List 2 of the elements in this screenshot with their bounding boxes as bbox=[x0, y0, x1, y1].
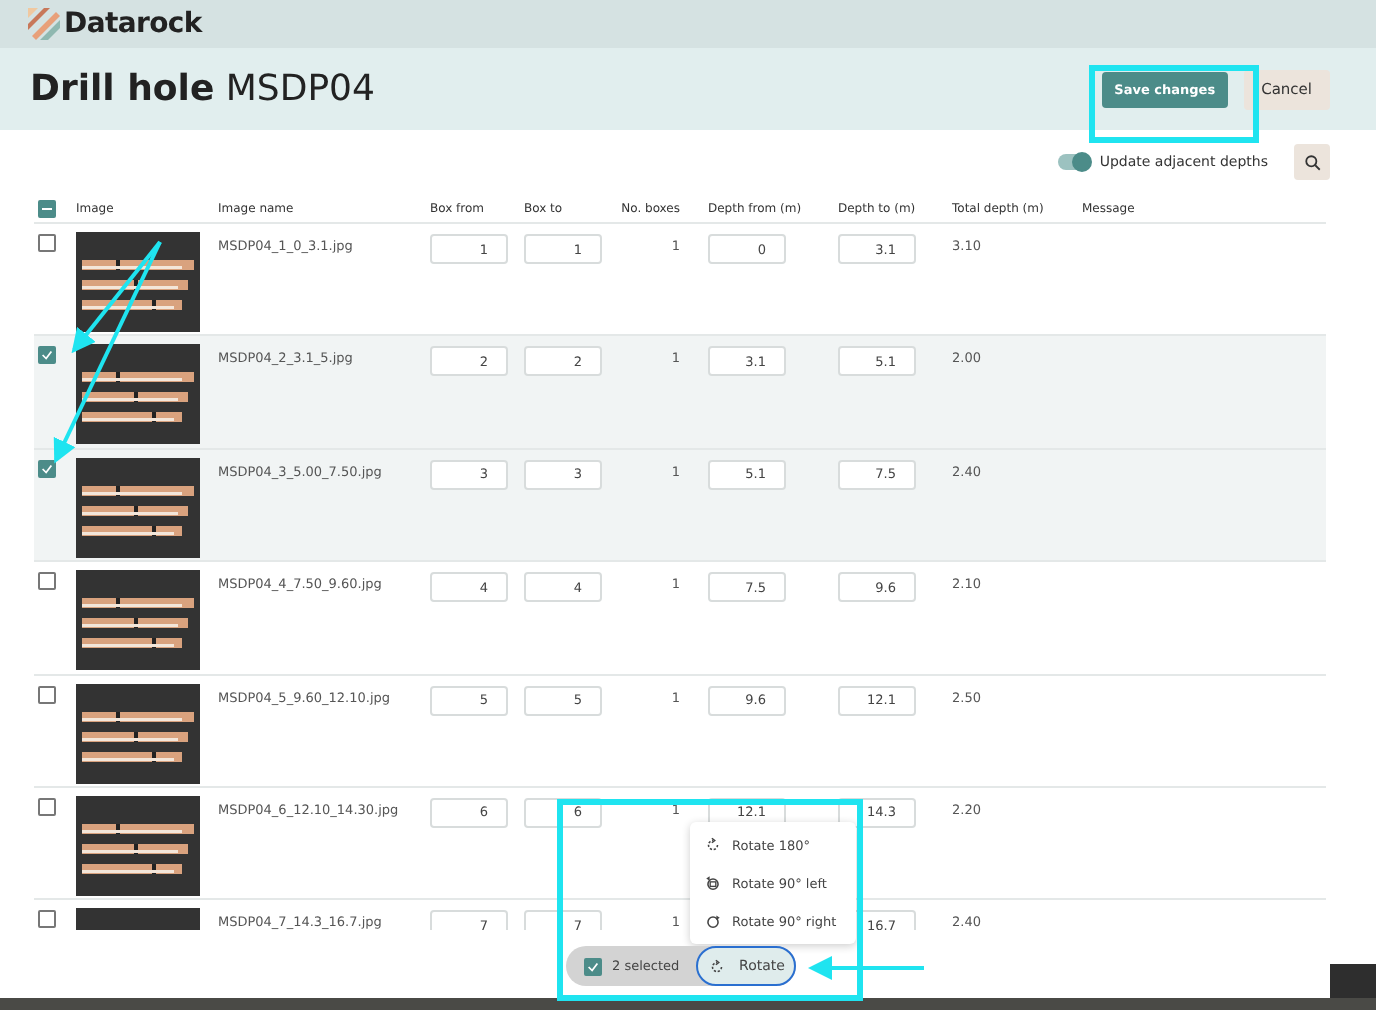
page-title: Drill hole MSDP04 bbox=[30, 68, 375, 110]
logo-text: Datarock bbox=[64, 8, 202, 40]
